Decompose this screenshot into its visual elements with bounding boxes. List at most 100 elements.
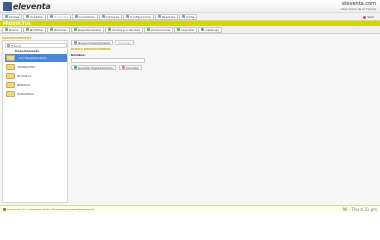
toolbar-nuevo[interactable]: Nuevo xyxy=(2,26,22,33)
nav-inventario[interactable]: Inventario xyxy=(72,13,98,20)
calendar-icon xyxy=(108,28,112,31)
toolbar-label: Promociones xyxy=(151,27,171,32)
edit-icon xyxy=(25,28,29,31)
logo-subtitle: punto de venta xyxy=(13,9,29,11)
department-name-field[interactable] xyxy=(71,58,145,63)
app-header: eleventa punto de venta eleventa.com Aba… xyxy=(0,0,380,13)
nav-ventas[interactable]: Ventas xyxy=(2,13,23,20)
exit-label: Salir xyxy=(367,15,374,19)
departments-panel: Departamento - Sin Departamento - ABARRO… xyxy=(2,40,68,203)
nav-compras[interactable]: Compras xyxy=(98,13,123,20)
credit-icon xyxy=(26,15,30,18)
nav-label: Configuración xyxy=(130,14,151,19)
nav-label: Corte xyxy=(186,14,195,19)
toolbar-label: Ventas por Periodo xyxy=(112,27,141,32)
button-label: Guardar Departamento xyxy=(78,65,114,70)
cash-icon xyxy=(182,15,186,18)
main-navigation: Ventas Créditos Productos Inventario Com… xyxy=(0,13,380,21)
status-icon xyxy=(3,208,6,211)
save-department-button[interactable]: Guardar Departamento xyxy=(71,65,117,70)
toolbar-label: Modificar xyxy=(29,27,44,32)
check-icon xyxy=(74,66,77,69)
department-name: BOTANAS xyxy=(17,74,32,78)
toolbar-label: Eliminar xyxy=(54,27,67,32)
toolbar-catalogo[interactable]: Catálogo xyxy=(198,26,222,33)
department-name: BEBIDAS xyxy=(17,83,31,87)
folder-icon xyxy=(6,91,15,97)
department-item[interactable]: - Sin Departamento - xyxy=(5,54,67,62)
name-label: Nombre: xyxy=(71,53,86,57)
tab-label: Nuevo Departamento xyxy=(78,40,111,45)
delete-icon xyxy=(50,28,54,31)
department-name: - Sin Departamento - xyxy=(17,56,49,60)
toolbar-label: Nuevo xyxy=(9,27,19,32)
status-bar: eleventa.com v 5.0 - Licencia para uso l… xyxy=(0,205,380,213)
column-header-departamento: Departamento xyxy=(15,49,40,53)
nav-label: Reportes xyxy=(161,14,176,19)
nav-productos[interactable]: Productos xyxy=(46,13,72,20)
new-icon xyxy=(5,28,8,31)
department-item[interactable]: PANADERIA xyxy=(5,90,67,98)
nav-label: Compras xyxy=(105,14,120,19)
form-title: NUEVO DEPARTAMENTO xyxy=(71,47,112,51)
header-info: eleventa.com Abarrotera de la Tienda xyxy=(341,1,376,11)
nav-configuracion[interactable]: Configuración xyxy=(123,13,154,20)
application-window: eleventa punto de venta eleventa.com Aba… xyxy=(0,0,380,213)
nav-reportes[interactable]: Reportes xyxy=(154,13,179,20)
department-actions: Nuevo Departamento Eliminar xyxy=(71,40,136,45)
folder-icon xyxy=(6,82,15,88)
gear-icon xyxy=(126,15,130,18)
cancel-icon xyxy=(122,66,126,69)
department-item[interactable]: ABARROTES xyxy=(5,63,67,71)
tag-icon xyxy=(147,28,151,31)
new-folder-icon xyxy=(74,41,77,44)
products-toolbar: Nuevo Modificar Eliminar Departamentos V… xyxy=(0,26,380,34)
search-box xyxy=(5,43,67,48)
folder-icon xyxy=(6,73,15,79)
shop-name: Abarrotera de la Tienda xyxy=(340,7,376,11)
form-buttons: Guardar Departamento Cancelar xyxy=(71,65,145,70)
catalog-icon xyxy=(201,28,205,31)
nav-label: Créditos xyxy=(30,14,43,19)
new-department-button[interactable]: Nuevo Departamento xyxy=(71,40,114,45)
nav-label: Inventario xyxy=(79,14,95,19)
cart-icon xyxy=(5,15,8,18)
toolbar-departamentos[interactable]: Departamentos xyxy=(70,26,105,33)
box-icon xyxy=(49,15,53,18)
toolbar-eliminar[interactable]: Eliminar xyxy=(47,26,70,33)
nav-creditos[interactable]: Créditos xyxy=(23,13,46,20)
exit-button[interactable]: Salir xyxy=(361,14,376,20)
folder-icon xyxy=(6,55,15,61)
toolbar-promociones[interactable]: Promociones xyxy=(144,26,174,33)
department-name: PANADERIA xyxy=(17,92,35,96)
toolbar-importar[interactable]: Importar xyxy=(174,26,198,33)
inventory-icon xyxy=(75,15,79,18)
status-datetime: Mi - Thu 4:31 pm xyxy=(342,207,377,212)
departments-list: - Sin Departamento - ABARROTES BOTANAS B… xyxy=(5,54,67,99)
nav-corte[interactable]: Corte xyxy=(179,13,198,20)
department-name: ABARROTES xyxy=(17,65,36,69)
purchase-icon xyxy=(101,15,105,18)
toolbar-label: Catálogo xyxy=(205,27,219,32)
toolbar-label: Departamentos xyxy=(77,27,102,32)
delete-department-button[interactable]: Eliminar xyxy=(115,40,134,45)
status-text: eleventa.com v 5.0 - Licencia para uso l… xyxy=(7,208,95,211)
report-icon xyxy=(157,15,161,18)
search-icon xyxy=(7,44,10,47)
button-label: Cancelar xyxy=(126,65,140,70)
search-input[interactable] xyxy=(11,44,66,47)
nav-label: Ventas xyxy=(9,14,20,19)
department-item[interactable]: BOTANAS xyxy=(5,72,67,80)
nav-label: Productos xyxy=(53,14,69,19)
import-icon xyxy=(177,28,181,31)
logo-mark-icon xyxy=(3,2,12,11)
toolbar-label: Importar xyxy=(181,27,195,32)
folder-icon xyxy=(6,64,15,70)
exit-icon xyxy=(363,15,367,19)
tab-label: Eliminar xyxy=(118,40,131,45)
department-item[interactable]: BEBIDAS xyxy=(5,81,67,89)
folder-icon xyxy=(73,28,77,31)
cancel-button[interactable]: Cancelar xyxy=(119,65,143,70)
toolbar-ventas-periodo[interactable]: Ventas por Periodo xyxy=(105,26,144,33)
toolbar-modificar[interactable]: Modificar xyxy=(22,26,47,33)
